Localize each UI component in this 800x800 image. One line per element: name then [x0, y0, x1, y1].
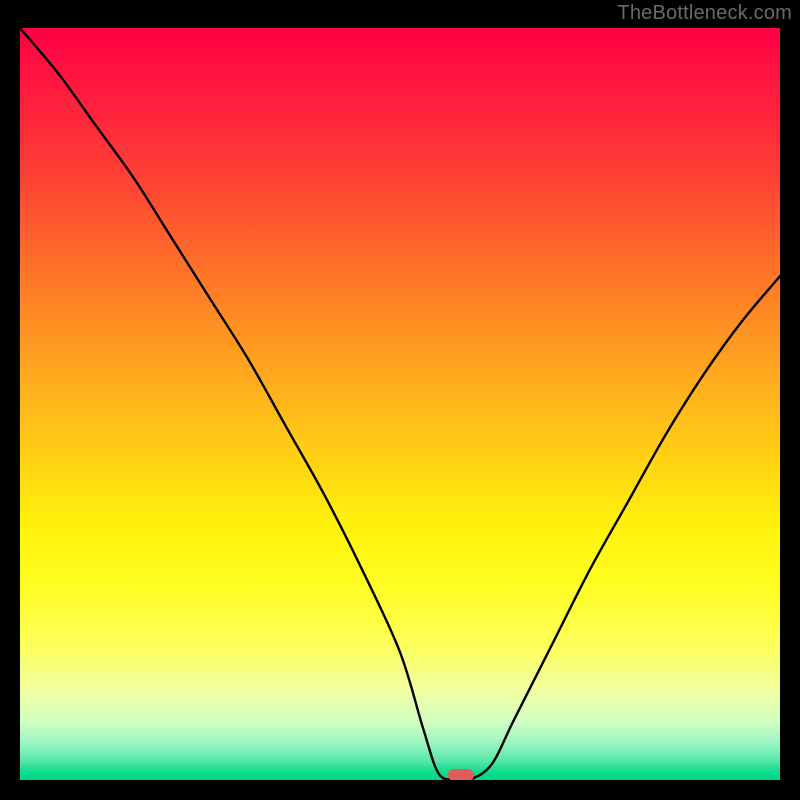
chart-frame: TheBottleneck.com	[0, 0, 800, 800]
bottleneck-curve	[20, 28, 780, 780]
plot-area	[20, 28, 780, 780]
optimal-marker	[448, 769, 474, 780]
curve-svg	[20, 28, 780, 780]
attribution-label: TheBottleneck.com	[617, 2, 792, 25]
